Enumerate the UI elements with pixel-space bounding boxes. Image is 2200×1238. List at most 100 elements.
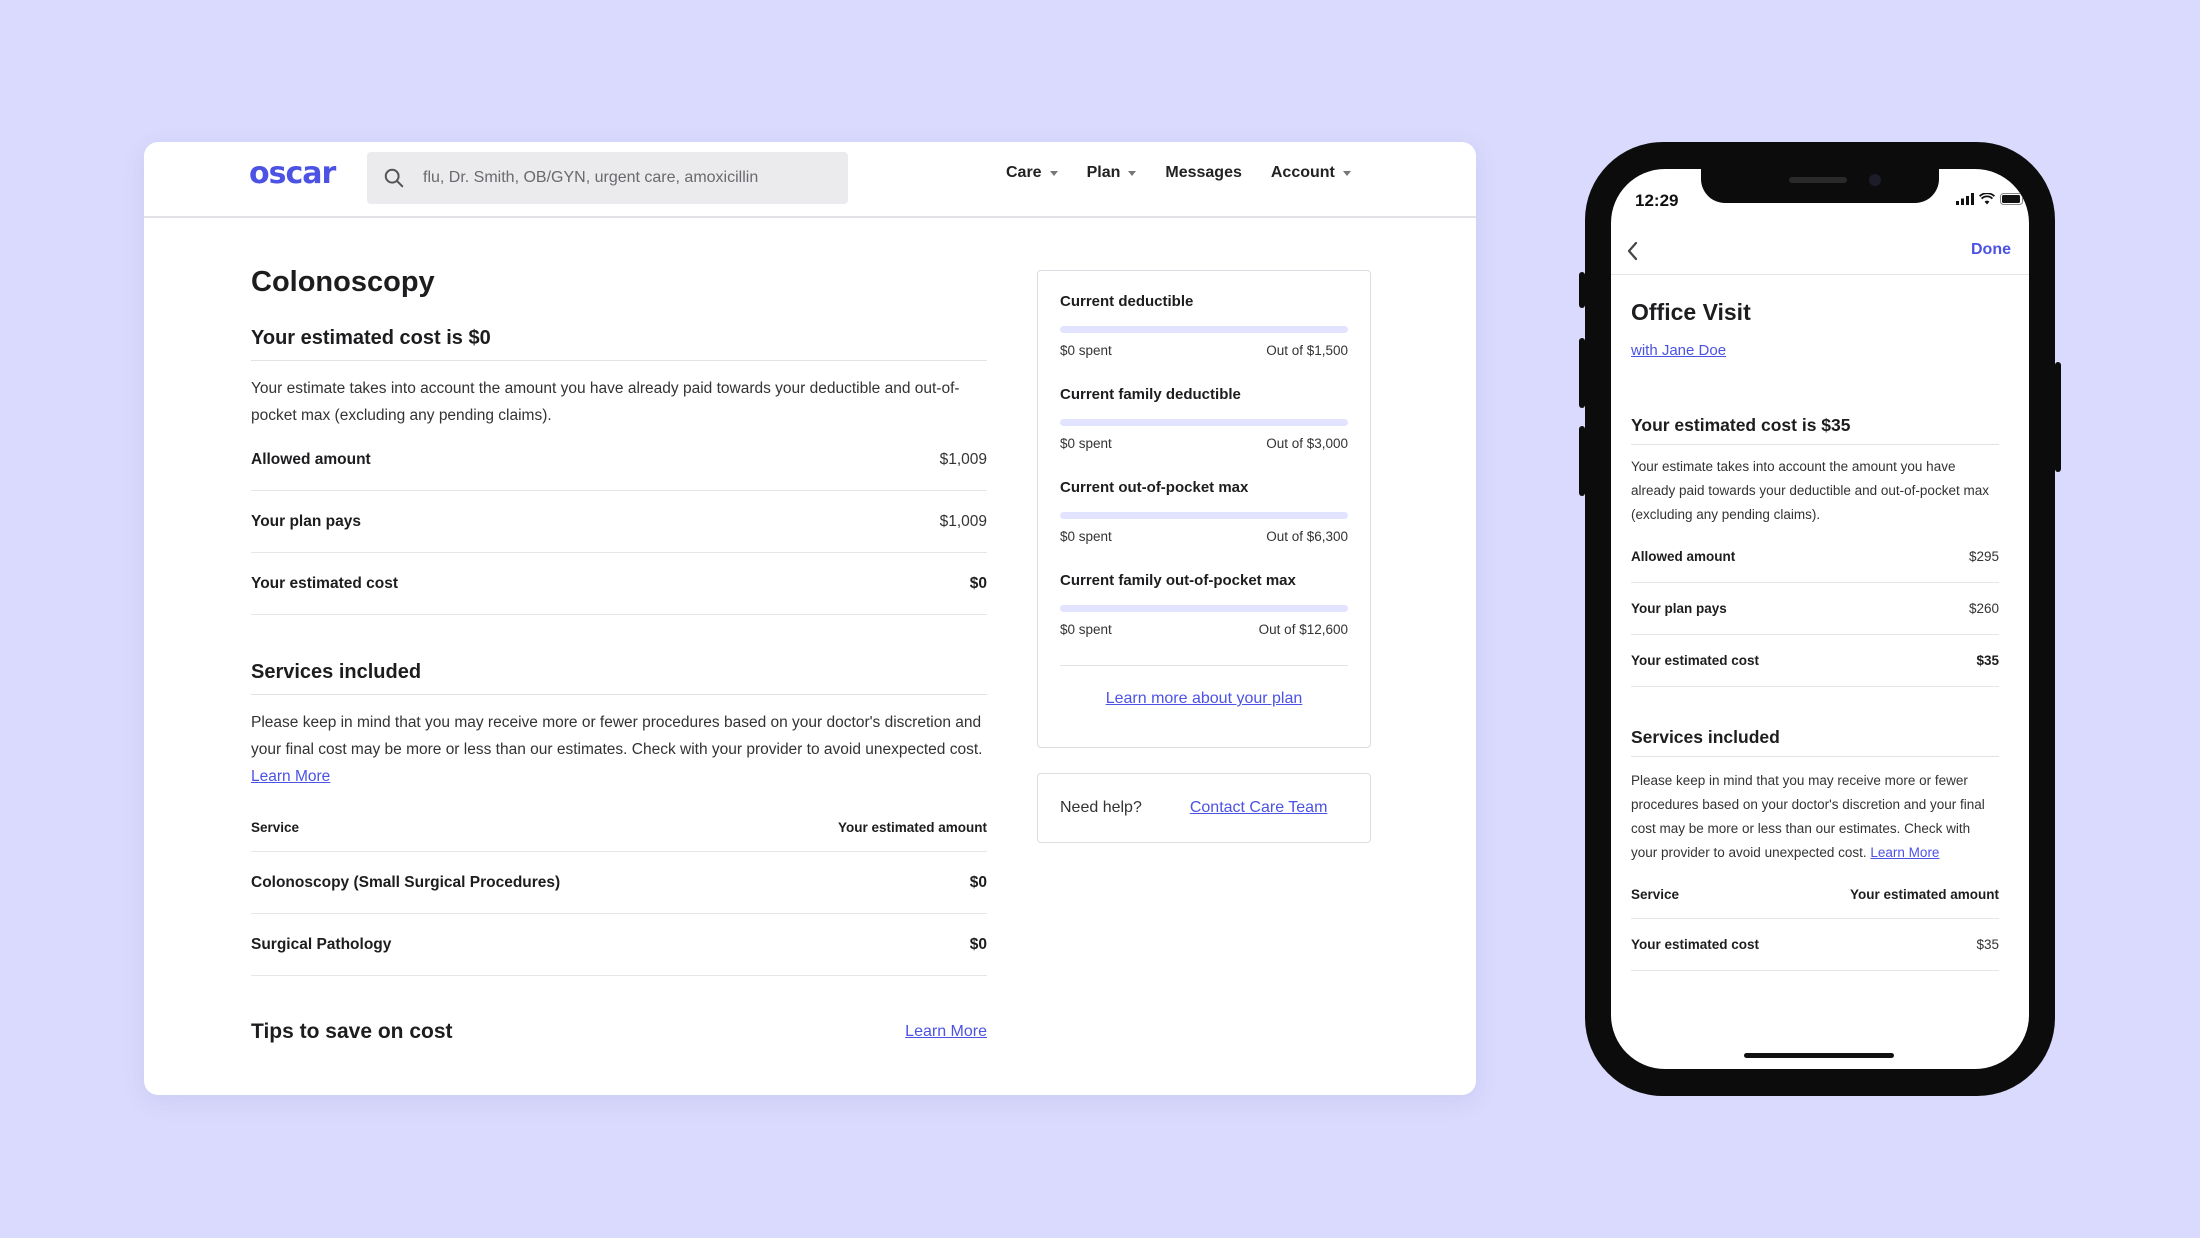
meter-family-deductible: Current family deductible $0 spent Out o… [1060, 386, 1348, 451]
column-header-amount: Your estimated amount [1849, 887, 1999, 902]
chevron-down-icon [1128, 170, 1137, 176]
provider-link[interactable]: with Jane Doe [1631, 342, 1726, 359]
cost-breakdown: Allowed amount $295 Your plan pays $260 … [1631, 531, 1999, 687]
phone-side-button [1579, 272, 1585, 308]
services-table-header: Service Your estimated amount [1631, 871, 1999, 919]
estimate-description: Your estimate takes into account the amo… [1631, 459, 1989, 522]
nav-messages-label: Messages [1165, 164, 1242, 181]
cost-row-value: $295 [1968, 549, 1999, 564]
meter-spent: $0 spent [1060, 436, 1112, 451]
cost-row-value: $0 [969, 574, 987, 592]
meter-title: Current family deductible [1060, 386, 1241, 403]
table-row: Colonoscopy (Small Surgical Procedures) … [251, 852, 987, 914]
phone-side-button [1579, 338, 1585, 408]
cost-row-estimated: Your estimated cost $0 [251, 553, 987, 615]
speaker-icon [1789, 177, 1847, 183]
service-amount: $0 [969, 935, 987, 953]
cost-row-allowed: Allowed amount $295 [1631, 531, 1999, 583]
search-input[interactable] [423, 152, 833, 204]
estimate-heading: Your estimated cost is $35 [1631, 415, 1999, 445]
services-learn-more-link[interactable]: Learn More [1870, 845, 1939, 860]
help-card: Need help? Contact Care Team [1037, 773, 1371, 843]
meter-title: Current out-of-pocket max [1060, 479, 1249, 496]
meter-footer: $0 spent Out of $1,500 [1060, 343, 1348, 358]
meter-title: Current family out-of-pocket max [1060, 572, 1296, 589]
meter-deductible: Current deductible $0 spent Out of $1,50… [1060, 293, 1348, 358]
cost-row-estimated: Your estimated cost $35 [1631, 635, 1999, 687]
cost-row-value: $35 [1976, 653, 1999, 668]
meter-bar [1060, 326, 1348, 333]
cost-row-allowed: Allowed amount $1,009 [251, 429, 987, 491]
nav-care[interactable]: Care [1006, 164, 1058, 182]
cost-row-plan-pays: Your plan pays $1,009 [251, 491, 987, 553]
meter-limit: Out of $1,500 [1266, 343, 1348, 358]
meter-footer: $0 spent Out of $3,000 [1060, 436, 1348, 451]
desktop-window: oscar Care Plan Messages [144, 142, 1476, 1095]
camera-icon [1869, 174, 1881, 186]
help-label: Need help? [1060, 799, 1142, 816]
signal-icon [1956, 193, 1974, 205]
cost-row-label: Your estimated cost [1631, 653, 1760, 668]
nav-care-label: Care [1006, 164, 1042, 181]
cost-row-label: Allowed amount [1631, 549, 1736, 564]
top-navigation: oscar Care Plan Messages [144, 142, 1476, 218]
service-amount: $35 [1976, 937, 1999, 952]
service-name: Your estimated cost [1631, 937, 1760, 952]
meter-out-of-pocket: Current out-of-pocket max $0 spent Out o… [1060, 479, 1348, 544]
tips-heading: Tips to save on cost [251, 1020, 453, 1043]
phone-side-button [1579, 426, 1585, 496]
cost-row-label: Your estimated cost [251, 574, 399, 592]
learn-more-plan-link[interactable]: Learn more about your plan [1106, 690, 1303, 707]
done-button[interactable]: Done [1971, 241, 2011, 259]
cost-row-label: Your plan pays [251, 512, 361, 530]
nav-links: Care Plan Messages Account [1006, 164, 1351, 182]
status-time: 12:29 [1635, 191, 1679, 210]
plan-link-wrap: Learn more about your plan [1060, 690, 1348, 708]
column-header-service: Service [1631, 887, 1680, 902]
meter-bar [1060, 419, 1348, 426]
nav-account-label: Account [1270, 164, 1335, 181]
meter-bar [1060, 512, 1348, 519]
oscar-logo[interactable]: oscar [249, 156, 336, 191]
search-icon [383, 167, 405, 189]
services-table-header: Service Your estimated amount [251, 820, 987, 852]
battery-icon [2000, 193, 2026, 205]
tips-section: Tips to save on cost Learn More [251, 1020, 987, 1044]
nav-plan-label: Plan [1086, 164, 1121, 181]
meter-family-out-of-pocket: Current family out-of-pocket max $0 spen… [1060, 572, 1348, 637]
phone-screen: 12:29 Done Office Visit with Jane Doe Yo… [1611, 169, 2029, 1069]
meter-footer: $0 spent Out of $12,600 [1060, 622, 1348, 637]
phone-content: Office Visit with Jane Doe Your estimate… [1631, 299, 1999, 971]
back-chevron-icon[interactable] [1625, 241, 1641, 261]
nav-plan[interactable]: Plan [1087, 164, 1137, 182]
service-name: Colonoscopy (Small Surgical Procedures) [251, 873, 561, 891]
page-title: Colonoscopy [251, 266, 435, 298]
services-description: Please keep in mind that you may receive… [251, 709, 987, 790]
services-heading: Services included [1631, 727, 1999, 757]
tips-learn-more-link[interactable]: Learn More [905, 1023, 987, 1041]
cost-row-plan-pays: Your plan pays $260 [1631, 583, 1999, 635]
services-description: Please keep in mind that you may receive… [1631, 769, 1999, 865]
chevron-down-icon [1049, 170, 1058, 176]
phone-frame: 12:29 Done Office Visit with Jane Doe Yo… [1579, 142, 2061, 1096]
estimate-heading: Your estimated cost is $0 [251, 327, 987, 361]
meter-bar [1060, 605, 1348, 612]
services-description-text: Please keep in mind that you may receive… [251, 714, 983, 758]
service-amount: $0 [969, 873, 987, 891]
meter-footer: $0 spent Out of $6,300 [1060, 529, 1348, 544]
estimate-description: Your estimate takes into account the amo… [251, 380, 960, 424]
divider [1060, 665, 1348, 666]
meter-spent: $0 spent [1060, 622, 1112, 637]
home-indicator[interactable] [1744, 1053, 1894, 1058]
main-content: Colonoscopy Your estimated cost is $0 Yo… [251, 266, 987, 1044]
column-header-amount: Your estimated amount [837, 820, 987, 835]
contact-care-team-link[interactable]: Contact Care Team [1190, 799, 1328, 817]
meter-limit: Out of $3,000 [1266, 436, 1348, 451]
wifi-icon [1979, 193, 1995, 205]
search-bar[interactable] [367, 152, 848, 204]
nav-messages[interactable]: Messages [1165, 164, 1242, 182]
column-header-service: Service [251, 820, 300, 835]
plan-usage-card: Current deductible $0 spent Out of $1,50… [1037, 270, 1371, 748]
nav-account[interactable]: Account [1271, 164, 1351, 182]
services-learn-more-link[interactable]: Learn More [251, 768, 330, 785]
